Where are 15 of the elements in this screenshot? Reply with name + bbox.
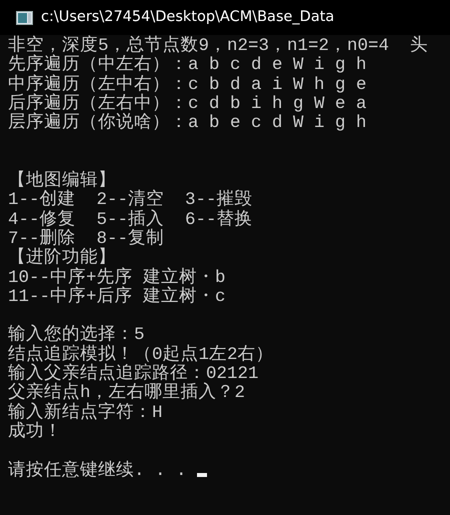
console-line: 层序遍历（你说啥）：a b e c d W i g h xyxy=(8,114,367,134)
console-app-icon xyxy=(16,10,33,24)
window-title: c:\Users\27454\Desktop\ACM\Base_Data xyxy=(41,8,334,27)
console-line: 结点追踪模拟！（0起点1左2右） xyxy=(8,346,274,365)
console-line: 输入新结点字符：H xyxy=(8,404,163,423)
console-line: 【进阶功能】 xyxy=(8,249,116,268)
console-line: 输入您的选择：5 xyxy=(8,326,145,346)
console-line: 成功！ xyxy=(8,422,62,442)
console-line: 7--删除 8--复制 xyxy=(8,230,164,249)
console-line: 请按任意键继续. . . xyxy=(8,462,188,481)
console-line: 父亲结点h，左右哪里插入？2 xyxy=(8,384,246,404)
console-line: 4--修复 5--插入 6--替换 xyxy=(8,210,253,230)
console-line: 先序遍历（中左右）：a b c d e W i g h xyxy=(8,56,367,76)
console-line: 11--中序+后序 建立树・c xyxy=(8,288,226,308)
console-line: 1--创建 2--清空 3--摧毁 xyxy=(8,191,253,210)
